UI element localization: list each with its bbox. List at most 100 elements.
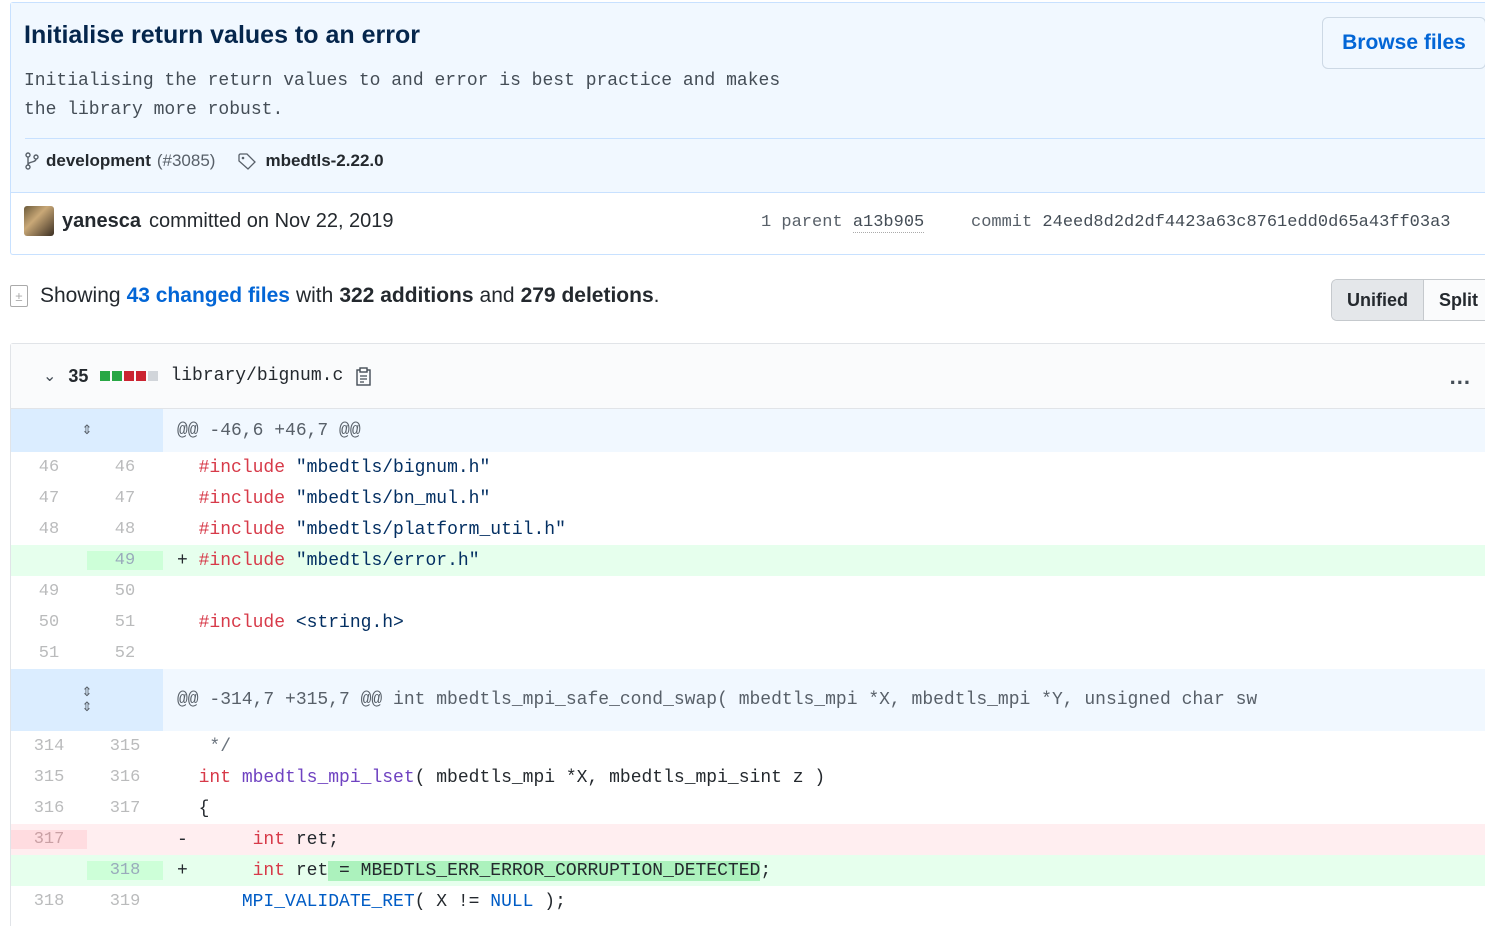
diff-line: 51 52 (11, 638, 1485, 669)
commit-sha-value: 24eed8d2d2df4423a63c8761edd0d65a43ff03a3 (1042, 213, 1451, 232)
old-line-number[interactable]: 46 (11, 458, 87, 477)
committed-date: committed on Nov 22, 2019 (148, 209, 394, 232)
old-line-number[interactable]: 47 (11, 489, 87, 508)
code-token: ); (533, 891, 566, 912)
code-token-highlight: = MBEDTLS_ERR_ERROR_CORRUPTION_DETECTED (328, 860, 761, 881)
new-line-number[interactable]: 50 (87, 582, 163, 601)
hunk-header: ⇕ ⇕ @@ -314,7 +315,7 @@ int mbedtls_mpi_s… (11, 669, 1485, 731)
code-token: #include (198, 457, 286, 478)
tag-link[interactable]: mbedtls-2.22.0 (265, 151, 383, 171)
divider (25, 138, 1485, 139)
file-path[interactable]: library/bignum.c (170, 366, 343, 386)
code-token: int (198, 767, 232, 788)
hunk-header: ⇕ @@ -46,6 +46,7 @@ (11, 409, 1485, 452)
old-line-number[interactable]: 48 (11, 520, 87, 539)
diff-line-deleted: 317 - int ret; (11, 824, 1485, 855)
old-line-number[interactable]: 318 (11, 892, 87, 911)
code-line: #include "mbedtls/platform_util.h" (163, 520, 1485, 540)
old-line-number[interactable]: 51 (11, 644, 87, 663)
diff-icon: ± (10, 285, 28, 307)
branch-link[interactable]: development (46, 151, 151, 171)
commit-title: Initialise return values to an error (24, 21, 420, 49)
unified-button[interactable]: Unified (1332, 280, 1424, 320)
expand-icon[interactable]: ⇕ ⇕ (11, 669, 163, 731)
diff-line: 46 46 #include "mbedtls/bignum.h" (11, 452, 1485, 483)
code-token: + (177, 550, 188, 571)
code-token: int (252, 860, 286, 881)
code-token: */ (198, 736, 232, 757)
code-token: ( X != (414, 891, 491, 912)
author-link[interactable]: yanesca (62, 210, 141, 233)
new-line-number[interactable]: 319 (87, 892, 163, 911)
browse-files-button[interactable]: Browse files (1322, 17, 1485, 69)
additions-count: 322 additions (339, 284, 474, 307)
code-line: #include "mbedtls/bn_mul.h" (163, 489, 1485, 509)
pull-request-link[interactable]: (#3085) (157, 151, 216, 171)
new-line-number[interactable]: 47 (87, 489, 163, 508)
changed-files-link[interactable]: 43 changed files (127, 284, 290, 308)
parent-sha-link[interactable]: a13b905 (852, 213, 925, 233)
code-token: + (177, 860, 188, 881)
diff-line-added: 49 + #include "mbedtls/error.h" (11, 545, 1485, 576)
diff-line: 314 315 */ (11, 731, 1485, 762)
clipboard-icon[interactable] (355, 365, 373, 386)
hunk-text: @@ -46,6 +46,7 @@ (177, 420, 361, 441)
split-button[interactable]: Split (1424, 280, 1485, 320)
file-header: ⌄ 35 library/bignum.c ... (11, 344, 1485, 409)
code-token: #include (198, 612, 286, 633)
diffstat-block (100, 371, 111, 381)
old-line-number[interactable]: 317 (11, 830, 87, 849)
diff-line: 50 51 #include <string.h> (11, 607, 1485, 638)
new-line-number[interactable]: 317 (87, 799, 163, 818)
old-line-number[interactable]: 316 (11, 799, 87, 818)
summary-text: with (295, 284, 334, 307)
diff-line: 49 50 (11, 576, 1485, 607)
code-token: { (198, 798, 210, 819)
commit-description: Initialising the return values to and er… (24, 67, 780, 125)
parent-info: 1 parent a13b905 (761, 213, 925, 233)
code-token: ret; (295, 829, 340, 850)
more-options-icon[interactable]: ... (1450, 364, 1471, 390)
diff-line: 315 316 int mbedtls_mpi_lset( mbedtls_mp… (11, 762, 1485, 793)
new-line-number[interactable]: 51 (87, 613, 163, 632)
code-line: { (163, 799, 1485, 819)
new-line-number[interactable]: 52 (87, 644, 163, 663)
code-token: int (252, 829, 286, 850)
code-line: #include <string.h> (163, 613, 1485, 633)
code-token: #include (198, 550, 286, 571)
new-line-number[interactable]: 48 (87, 520, 163, 539)
code-token: - (177, 829, 188, 850)
old-line-number[interactable]: 315 (11, 768, 87, 787)
old-line-number[interactable]: 49 (11, 582, 87, 601)
code-token: ret (295, 860, 329, 881)
old-line-number[interactable]: 314 (11, 737, 87, 756)
expand-up-icon[interactable]: ⇕ (11, 409, 163, 452)
code-token: <string.h> (295, 612, 404, 633)
commit-meta: yanesca committed on Nov 22, 2019 (24, 206, 394, 236)
diff-summary: ± Showing 43 changed files with 322 addi… (10, 284, 659, 308)
code-token: ; (760, 860, 772, 881)
branch-info: development (#3085) mbedtls-2.22.0 (24, 151, 384, 171)
tag-icon (238, 153, 257, 170)
file-diff: ⌄ 35 library/bignum.c ... ⇕ @@ -46,6 +46… (10, 343, 1485, 926)
deletions-count: 279 deletions (520, 284, 654, 307)
chevron-down-icon[interactable]: ⌄ (43, 366, 56, 386)
new-line-number[interactable]: 315 (87, 737, 163, 756)
new-line-number[interactable]: 318 (87, 861, 163, 880)
code-token: #include (198, 488, 286, 509)
diffstat-block (124, 371, 135, 381)
parent-label: 1 parent (761, 213, 843, 232)
summary-text: . (653, 284, 660, 307)
new-line-number[interactable]: 46 (87, 458, 163, 477)
code-token: mbedtls_mpi_lset (241, 767, 415, 788)
change-count: 35 (68, 365, 89, 386)
new-line-number[interactable]: 316 (87, 768, 163, 787)
code-token: ( mbedtls_mpi *X, mbedtls_mpi_sint z ) (414, 767, 826, 788)
avatar[interactable] (24, 206, 54, 236)
commit-sha: commit 24eed8d2d2df4423a63c8761edd0d65a4… (971, 213, 1451, 232)
new-line-number[interactable]: 49 (87, 551, 163, 570)
diffstat-bars (100, 371, 159, 381)
code-token: NULL (490, 891, 534, 912)
diff-line: 318 319 MPI_VALIDATE_RET( X != NULL ); (11, 886, 1485, 917)
old-line-number[interactable]: 50 (11, 613, 87, 632)
